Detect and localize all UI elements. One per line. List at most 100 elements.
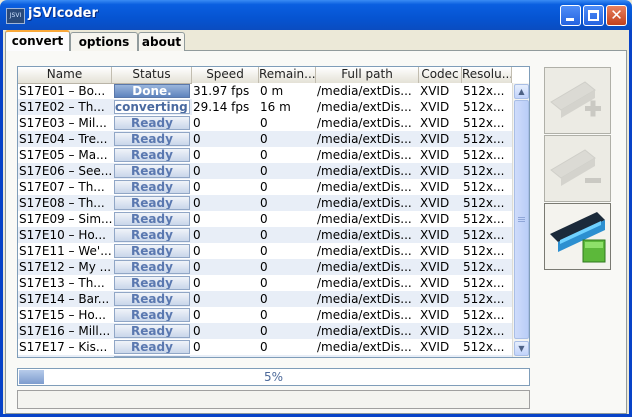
scroll-down-button[interactable]: ▼: [514, 341, 529, 356]
cell-speed: 0: [193, 260, 201, 274]
cell-name: S17E15 – Ho...: [19, 308, 106, 322]
status-badge: Ready: [114, 308, 190, 322]
column-header-remain[interactable]: Remain...: [259, 67, 316, 83]
cell-full-path: /media/extDis...: [317, 148, 412, 162]
cell-speed: 0: [193, 276, 201, 290]
cell-speed: 0: [193, 308, 201, 322]
cell-name: S17E11 – We'...: [19, 244, 112, 258]
table-header: Name Status Speed Remain... Full path Co…: [18, 67, 512, 84]
cell-full-path: /media/extDis...: [317, 180, 412, 194]
cell-resolution: 512x...: [463, 260, 505, 274]
tab-options[interactable]: options: [70, 32, 138, 51]
table-row[interactable]: S17E14 – Bar... Ready 0 0/media/extDis... XV…: [18, 291, 512, 307]
file-queue-table[interactable]: Name Status Speed Remain... Full path Co…: [17, 66, 530, 358]
cell-name: S17E13 – Th...: [19, 276, 105, 290]
minimize-icon: [566, 18, 574, 21]
cell-codec: XVID: [420, 196, 450, 210]
cell-name: S17E10 – Ho...: [19, 228, 106, 242]
vertical-scrollbar[interactable]: ▲ ▼: [512, 83, 529, 357]
table-row[interactable]: S17E16 – Mill... Ready 0 0/media/extDis... X…: [18, 323, 512, 339]
cell-full-path: /media/extDis...: [316, 83, 419, 99]
cell-full-path: /media/extDis...: [317, 212, 412, 226]
table-body: S17E01 – Bo... Done. 31.97 fps 0 m/media/ex…: [18, 83, 512, 357]
cell-full-path: /media/extDis...: [317, 196, 412, 210]
column-header-name[interactable]: Name: [18, 67, 112, 83]
table-row[interactable]: S17E15 – Ho... Ready 0 0/media/extDis... XVI…: [18, 307, 512, 323]
cell-speed: 0: [193, 228, 201, 242]
cell-codec: XVID: [419, 355, 462, 357]
table-row[interactable]: S17E09 – Sim... Ready 0 0/media/extDis... XV…: [18, 211, 512, 227]
status-bar: [17, 390, 530, 409]
cell-speed: 0: [193, 212, 201, 226]
status-badge: Ready: [114, 180, 190, 194]
status-badge: Ready: [114, 340, 190, 354]
table-row[interactable]: S17E01 – Bo... Done. 31.97 fps 0 m/media/ex…: [18, 83, 512, 99]
overall-progress-bar: 5%: [17, 368, 530, 386]
cell-resolution: 512x...: [463, 324, 505, 338]
table-row[interactable]: S17E05 – Ma... Ready 0 0/media/extDis... XVI…: [18, 147, 512, 163]
window-title: jSVIcoder: [28, 6, 98, 21]
table-row[interactable]: S17E02 – Th... converting...29.14 fps16 m…: [18, 99, 512, 115]
app-window: JSVI jSVIcoder ✕ convert options about N…: [0, 0, 632, 417]
scroll-thumb[interactable]: [514, 100, 529, 339]
cell-codec: XVID: [420, 244, 450, 258]
cell-speed: 0: [193, 132, 201, 146]
column-header-full-path[interactable]: Full path: [316, 67, 419, 83]
cell-remaining: 0: [260, 180, 268, 194]
status-badge: Ready: [114, 356, 190, 357]
cell-name: S17E14 – Bar...: [19, 292, 110, 306]
cell-resolution: 512x...: [463, 180, 505, 194]
window-frame-left: [0, 30, 3, 417]
cell-remaining: 0: [260, 148, 268, 162]
cell-speed: 0: [193, 244, 201, 258]
maximize-button[interactable]: [583, 5, 604, 26]
cell-remaining: 0: [260, 164, 268, 178]
cell-name: S17E05 – Ma...: [19, 148, 108, 162]
table-row[interactable]: S17E12 – My ... Ready 0 0/media/extDis... XV…: [18, 259, 512, 275]
minimize-button[interactable]: [560, 5, 581, 26]
column-header-codec[interactable]: Codec: [419, 67, 462, 83]
table-row[interactable]: S17E11 – We'... Ready 0 0/media/extDis... XV…: [18, 243, 512, 259]
table-row[interactable]: S17E10 – Ho... Ready 0 0/media/extDis... XVI…: [18, 227, 512, 243]
cell-name: S17E02 – Th...: [19, 100, 105, 114]
cell-codec: XVID: [420, 276, 450, 290]
column-header-speed[interactable]: Speed: [192, 67, 259, 83]
status-badge: Ready: [114, 244, 190, 258]
cell-full-path: /media/extDis...: [316, 355, 419, 357]
table-row[interactable]: S17E18 – Th...Ready00/media/extDis...XVI…: [18, 355, 512, 357]
table-row[interactable]: S17E08 – Th... Ready 0 0/media/extDis... XVI…: [18, 195, 512, 211]
cell-speed: 0: [193, 164, 201, 178]
table-row[interactable]: S17E06 – See... Ready 0 0/media/extDis... XV…: [18, 163, 512, 179]
table-row[interactable]: S17E13 – Th... Ready 0 0/media/extDis... XVI…: [18, 275, 512, 291]
app-icon[interactable]: JSVI: [6, 8, 25, 24]
remove-files-button[interactable]: [544, 135, 611, 202]
cell-name: S17E18 – Th...: [18, 355, 112, 357]
status-badge: Done.: [114, 84, 190, 98]
status-badge: Ready: [114, 116, 190, 130]
status-badge: Ready: [114, 148, 190, 162]
cell-codec: XVID: [420, 180, 450, 194]
table-row[interactable]: S17E07 – Th... Ready 0 0/media/extDis... XVI…: [18, 179, 512, 195]
tab-about[interactable]: about: [138, 32, 185, 51]
title-bar[interactable]: JSVI jSVIcoder ✕: [0, 0, 632, 30]
add-files-button[interactable]: [544, 67, 611, 134]
cell-remaining: 0: [260, 228, 268, 242]
cell-resolution: 512x...: [463, 148, 505, 162]
cell-remaining: 0: [260, 244, 268, 258]
close-button[interactable]: ✕: [606, 5, 627, 26]
cell-resolution: 512x...: [463, 212, 505, 226]
cell-resolution: 512x...: [463, 244, 505, 258]
column-header-status[interactable]: Status: [112, 67, 192, 83]
table-row[interactable]: S17E03 – Mil... Ready 0 0/media/extDis... XV…: [18, 115, 512, 131]
table-row[interactable]: S17E04 – Tre... Ready 0 0/media/extDis... XV…: [18, 131, 512, 147]
start-convert-button[interactable]: [544, 203, 611, 270]
cell-resolution: 512x...: [463, 292, 505, 306]
table-row[interactable]: S17E17 – Kis... Ready 0 0/media/extDis... XV…: [18, 339, 512, 355]
cell-codec: XVID: [420, 308, 450, 322]
column-header-resolution[interactable]: Resolu...: [462, 67, 512, 83]
cell-full-path: /media/extDis...: [317, 292, 412, 306]
cell-name: S17E06 – See...: [19, 164, 112, 178]
tab-convert[interactable]: convert: [5, 30, 70, 51]
scroll-up-button[interactable]: ▲: [514, 84, 529, 99]
cell-full-path: /media/extDis...: [317, 260, 412, 274]
